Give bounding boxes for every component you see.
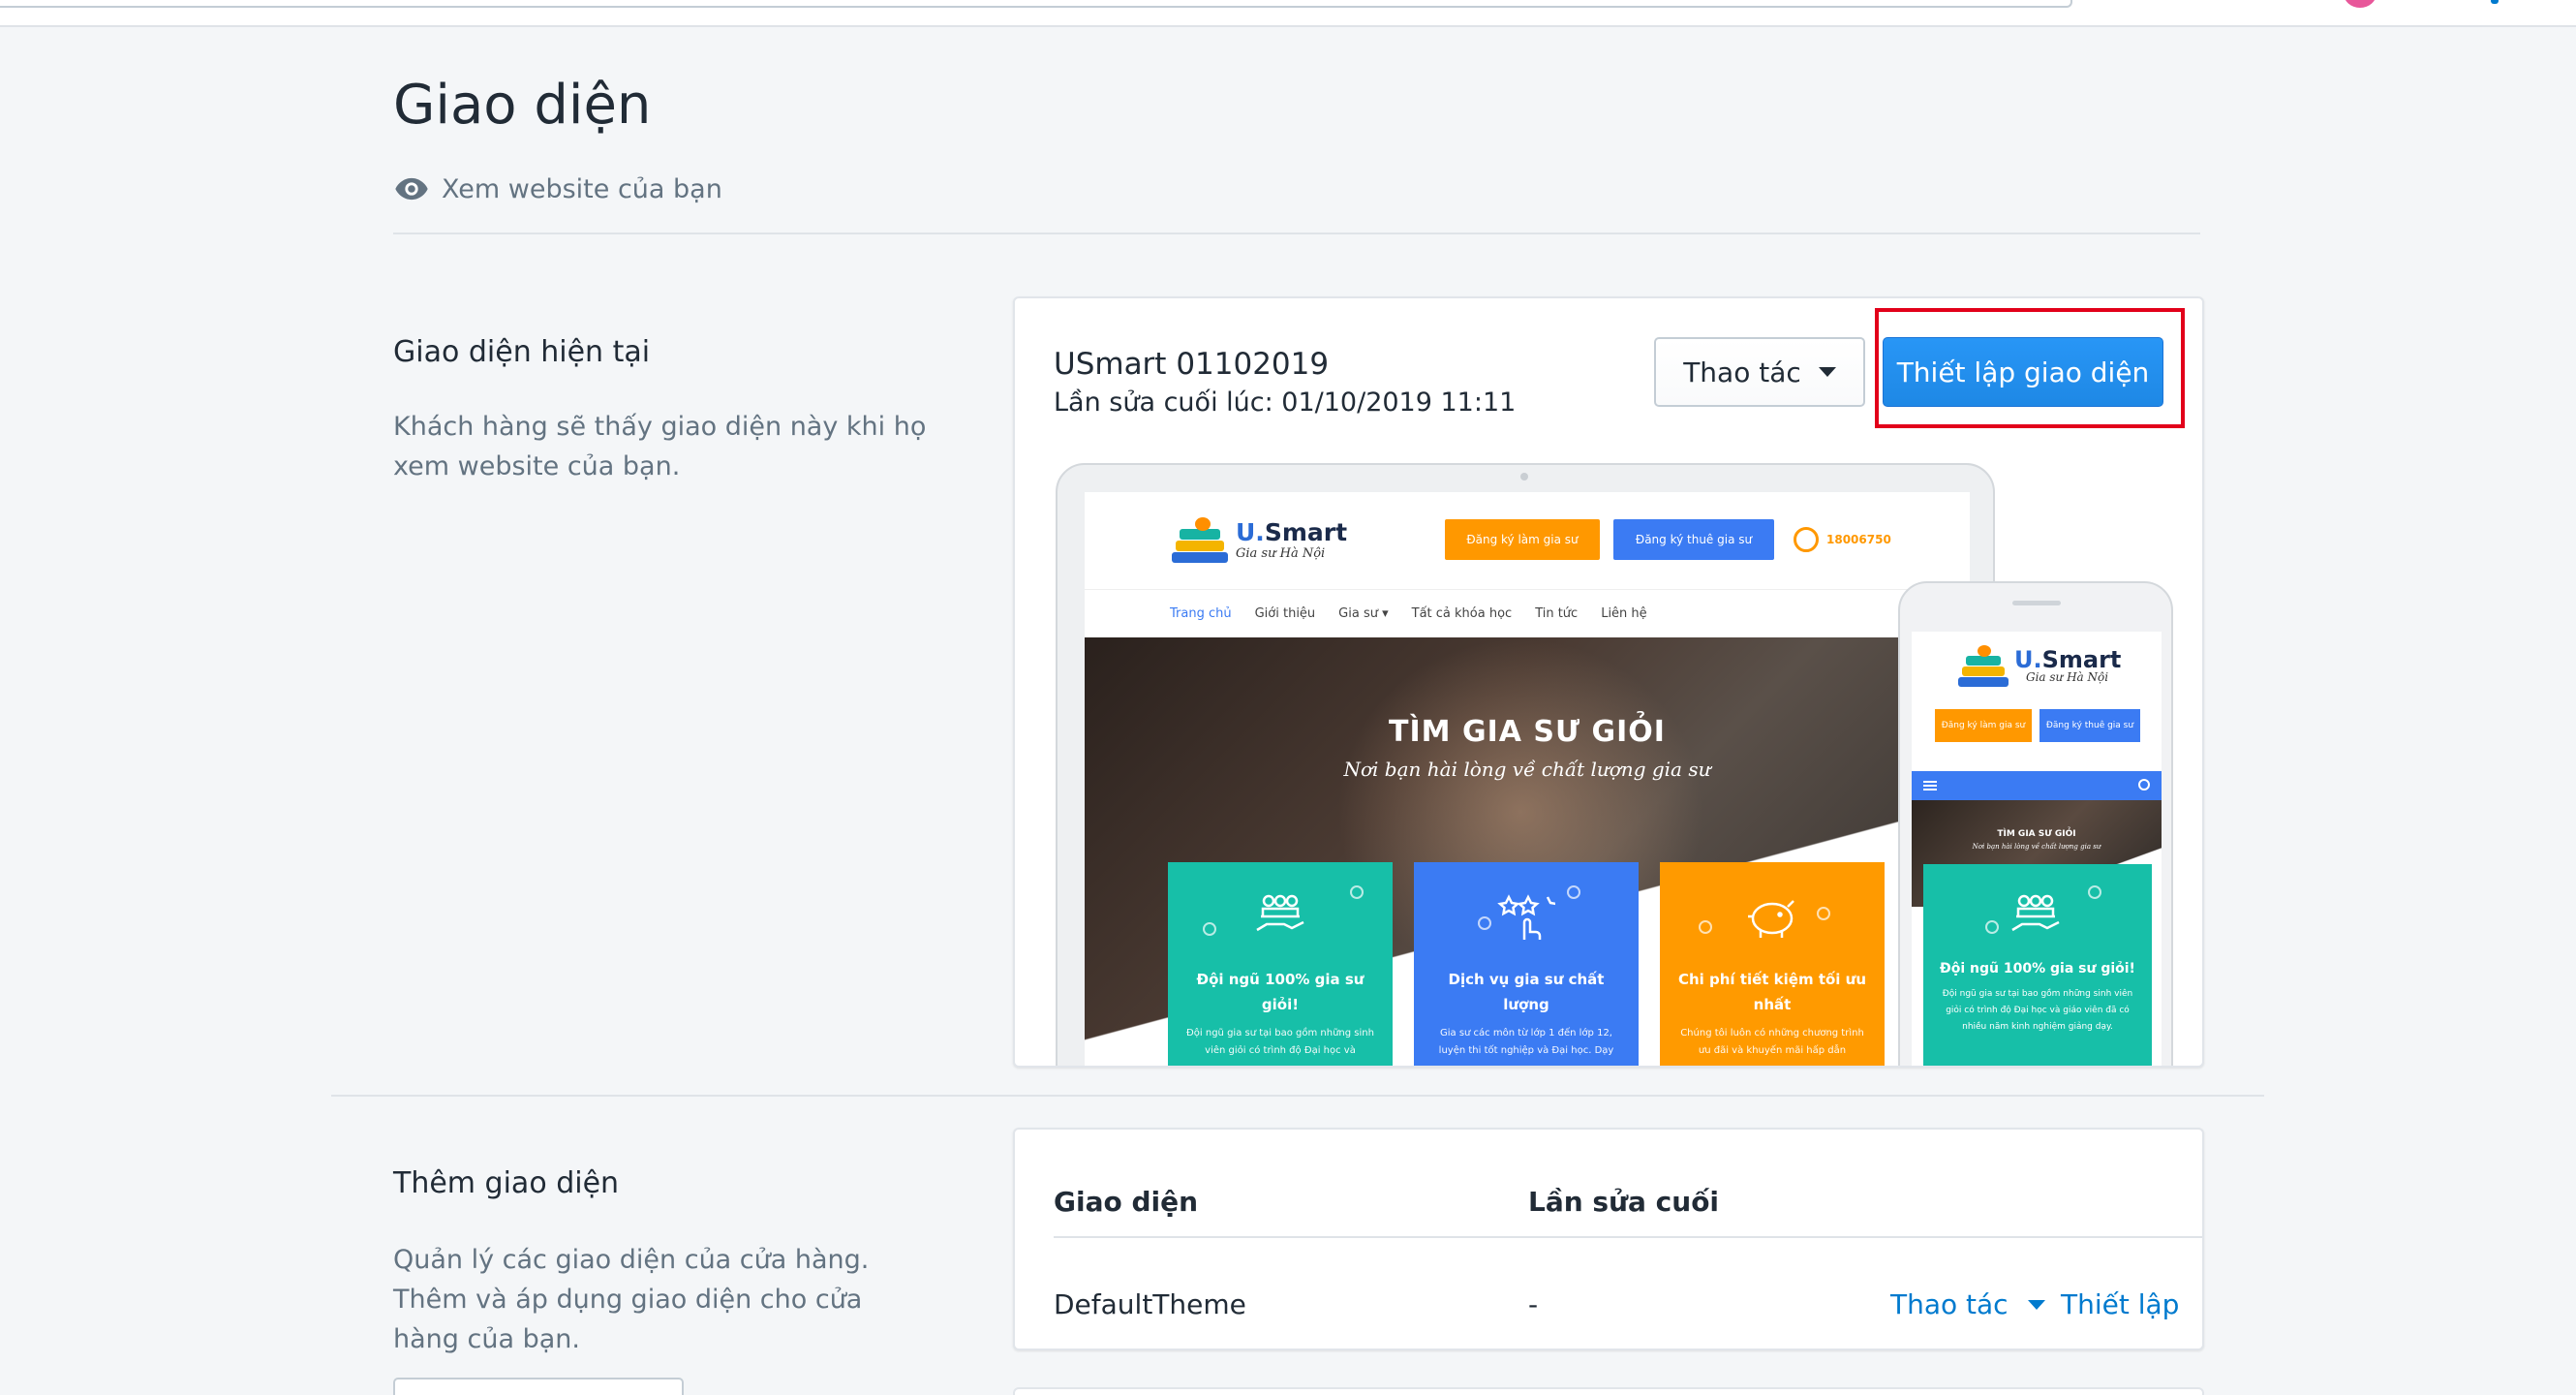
header-divider: [393, 232, 2200, 234]
hero-title: TÌM GIA SƯ GIỎI: [1389, 715, 1666, 749]
phone-icon: [1794, 527, 1819, 552]
nav-courses: Tất cả khóa học: [1411, 606, 1513, 621]
user-menu-edge[interactable]: [2491, 0, 2499, 4]
page-title: Giao diện: [393, 74, 652, 137]
books-logo-icon: [1958, 645, 2009, 688]
nav-about: Giới thiệu: [1254, 606, 1316, 621]
theme-row-setup-link[interactable]: Thiết lập: [2061, 1288, 2179, 1320]
nav-contact: Liên hệ: [1601, 606, 1647, 621]
theme-row-last-edit: -: [1528, 1288, 1539, 1320]
hand-people-icon: [1256, 894, 1304, 932]
feature-quality-title: Dịch vụ gia sư chất lượng: [1448, 971, 1605, 1013]
books-logo-icon: [1172, 517, 1228, 564]
mobile-feature-desc: Đội ngũ gia sư tại bao gồm những sinh vi…: [1942, 989, 2133, 1032]
add-theme-description-2: Thêm và áp dụng giao diện cho cửa hàng c…: [393, 1285, 863, 1354]
feature-card-quality: Dịch vụ gia sư chất lượng Gia sư các môn…: [1414, 862, 1639, 1066]
mobile-preview-screen: U.Smart Gia sư Hà Nội Đăng ký làm gia sư…: [1912, 632, 2162, 1066]
eye-icon: [395, 177, 428, 201]
theme-actions-dropdown[interactable]: Thao tác: [1654, 337, 1865, 407]
view-website-label: Xem website của bạn: [442, 173, 722, 204]
add-theme-description-1: Quản lý các giao diện của cửa hàng.: [393, 1245, 870, 1275]
site-brand: U.Smart: [1236, 517, 1348, 546]
current-theme-description: Khách hàng sẽ thấy giao diện này khi họ …: [393, 412, 927, 481]
mobile-feature-title: Đội ngũ 100% gia sư giỏi!: [1940, 961, 2135, 976]
upload-theme-button[interactable]: [393, 1378, 684, 1395]
last-edit-column-header: Lần sửa cuối: [1528, 1186, 1720, 1218]
hand-people-icon: [2011, 894, 2060, 932]
mobile-feature-card: Đội ngũ 100% gia sư giỏi! Đội ngũ gia sư…: [1923, 864, 2152, 1066]
hotline: 18006750: [1794, 527, 1891, 552]
mobile-site-brand: U.Smart: [2014, 646, 2122, 673]
highlight-box: [1875, 308, 2185, 428]
piggy-bank-icon: [1748, 900, 1794, 938]
mobile-hire-tutor-button: Đăng ký thuê gia sư: [2039, 709, 2140, 742]
nav-home: Trang chủ: [1170, 606, 1232, 621]
camera-dot: [1520, 473, 1528, 480]
feature-team-title: Đội ngũ 100% gia sư giỏi!: [1196, 971, 1365, 1013]
hamburger-menu-icon: [1923, 781, 1937, 790]
user-avatar[interactable]: [2344, 0, 2377, 8]
add-theme-heading: Thêm giao diện: [393, 1166, 620, 1200]
site-header: U.Smart Gia sư Hà Nội Đăng ký làm gia sư…: [1085, 492, 1970, 589]
site-nav: Trang chủ Giới thiệu Gia sư ▾ Tất cả khó…: [1085, 589, 1970, 637]
current-theme-name: USmart 01102019: [1054, 347, 1330, 382]
mobile-brand-prefix: U.: [2014, 646, 2042, 673]
theme-row-actions-dropdown[interactable]: Thao tác: [1890, 1288, 2045, 1320]
feature-quality-desc: Gia sư các môn từ lớp 1 đến lớp 12, luyệ…: [1438, 1028, 1614, 1056]
theme-list-card: Giao diện Lần sửa cuối DefaultTheme - Th…: [1013, 1128, 2204, 1350]
feature-team-desc: Đội ngũ gia sư tại bao gồm những sinh vi…: [1186, 1028, 1374, 1056]
mobile-preview-frame: U.Smart Gia sư Hà Nội Đăng ký làm gia sư…: [1898, 581, 2173, 1066]
theme-row-actions-label: Thao tác: [1890, 1288, 2009, 1320]
top-bar: [0, 0, 2576, 27]
nav-news: Tin tức: [1535, 606, 1579, 621]
hero-subtitle: Nơi bạn hài lòng về chất lượng gia sư: [1343, 758, 1711, 781]
brand-prefix: U.: [1236, 517, 1265, 546]
caret-down-icon: [1818, 367, 1836, 377]
hotline-number: 18006750: [1826, 533, 1891, 546]
theme-row-name: DefaultTheme: [1054, 1288, 1246, 1320]
view-website-link[interactable]: Xem website của bạn: [393, 170, 722, 207]
register-tutor-button: Đăng ký làm gia sư: [1445, 519, 1600, 560]
phone-speaker: [2012, 601, 2061, 605]
theme-actions-label: Thao tác: [1683, 356, 1801, 388]
hire-tutor-button: Đăng ký thuê gia sư: [1613, 519, 1774, 560]
mobile-site-logo: U.Smart Gia sư Hà Nội: [1958, 645, 2121, 688]
next-card-edge: [1013, 1387, 2204, 1395]
site-slogan: Gia sư Hà Nội: [1236, 545, 1326, 561]
feature-cost-title: Chi phí tiết kiệm tối ưu nhất: [1677, 971, 1867, 1013]
nav-tutors: Gia sư ▾: [1338, 606, 1389, 621]
section-divider: [331, 1095, 2264, 1097]
desktop-preview-screen: U.Smart Gia sư Hà Nội Đăng ký làm gia sư…: [1085, 492, 1970, 1066]
feature-cost-desc: Chúng tôi luôn có những chương trình ưu …: [1680, 1028, 1864, 1056]
table-divider: [1054, 1236, 2202, 1238]
site-logo: U.Smart Gia sư Hà Nội: [1172, 517, 1347, 564]
mobile-brand-suffix: Smart: [2041, 646, 2122, 673]
search-icon: [2138, 779, 2150, 790]
mobile-nav-bar: [1912, 771, 2162, 800]
desktop-preview-frame: U.Smart Gia sư Hà Nội Đăng ký làm gia sư…: [1056, 463, 1995, 1066]
stars-hand-icon: [1497, 894, 1555, 940]
theme-column-header: Giao diện: [1054, 1186, 1199, 1218]
mobile-hero-subtitle: Nơi bạn hài lòng về chất lượng gia sư: [1972, 843, 2101, 851]
mobile-site-slogan: Gia sư Hà Nội: [2026, 670, 2109, 684]
mobile-register-tutor-button: Đăng ký làm gia sư: [1935, 709, 2032, 742]
brand-suffix: Smart: [1264, 517, 1348, 546]
theme-preview[interactable]: U.Smart Gia sư Hà Nội Đăng ký làm gia sư…: [1056, 463, 2191, 1066]
caret-down-icon: [2027, 1299, 2045, 1310]
current-theme-last-edited: Lần sửa cuối lúc: 01/10/2019 11:11: [1054, 388, 1517, 418]
global-search-field[interactable]: [0, 0, 2072, 8]
current-theme-heading: Giao diện hiện tại: [393, 335, 651, 369]
feature-card-team: Đội ngũ 100% gia sư giỏi! Đội ngũ gia sư…: [1168, 862, 1393, 1066]
mobile-hero-title: TÌM GIA SƯ GIỎI: [1997, 829, 2076, 839]
feature-card-cost: Chi phí tiết kiệm tối ưu nhất Chúng tôi …: [1660, 862, 1885, 1066]
